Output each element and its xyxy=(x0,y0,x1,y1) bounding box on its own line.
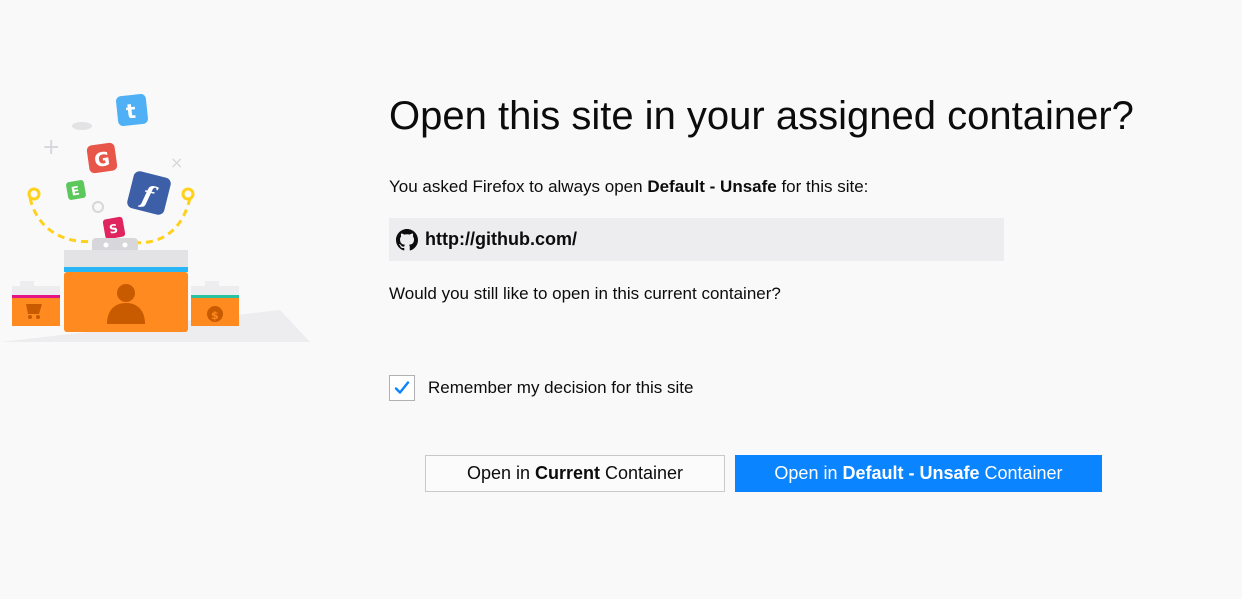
button-prefix: Open in xyxy=(774,463,843,483)
remember-label: Remember my decision for this site xyxy=(428,378,694,397)
button-suffix: Container xyxy=(979,463,1063,483)
svg-text:$: $ xyxy=(211,309,219,322)
open-in-current-container-button[interactable]: Open in Current Container xyxy=(425,455,725,492)
google-tile-icon: G xyxy=(86,142,118,174)
tumblr-tile-icon: t xyxy=(116,94,148,126)
evernote-tile-icon: E xyxy=(66,180,86,200)
intro-prefix: You asked Firefox to always open xyxy=(389,177,648,196)
svg-text:+: + xyxy=(42,135,60,160)
intro-text: You asked Firefox to always open Default… xyxy=(389,176,868,198)
button-suffix: Container xyxy=(600,463,684,483)
remember-checkbox[interactable] xyxy=(389,375,415,401)
question-text: Would you still like to open in this cur… xyxy=(389,284,781,303)
svg-text:×: × xyxy=(170,153,183,172)
button-bold: Default - Unsafe xyxy=(842,463,980,483)
checkmark-icon xyxy=(394,381,410,394)
main-container-box xyxy=(64,238,188,332)
dialog-content: Open this site in your assigned containe… xyxy=(389,88,1134,492)
page-title: Open this site in your assigned containe… xyxy=(389,94,1134,138)
github-icon xyxy=(396,228,418,250)
button-bold: Current xyxy=(534,463,600,483)
shopping-tile-icon: S xyxy=(102,216,126,240)
button-prefix: Open in xyxy=(466,463,535,483)
containers-illustration: + × t G E f S $ xyxy=(0,94,310,342)
site-url-box: http://github.com/ xyxy=(389,218,1004,261)
open-in-default-container-button[interactable]: Open in Default - Unsafe Container xyxy=(735,455,1102,492)
svg-text:G: G xyxy=(93,148,112,172)
site-url: http://github.com/ xyxy=(425,229,577,249)
remember-decision-option[interactable]: Remember my decision for this site xyxy=(389,375,693,401)
dashed-arc-left xyxy=(28,197,101,244)
container-name: Default - Unsafe xyxy=(647,177,777,196)
intro-suffix: for this site: xyxy=(776,177,869,196)
small-container-right: $ xyxy=(191,281,239,326)
facebook-tile-icon: f xyxy=(127,171,171,215)
small-container-left xyxy=(12,281,60,326)
